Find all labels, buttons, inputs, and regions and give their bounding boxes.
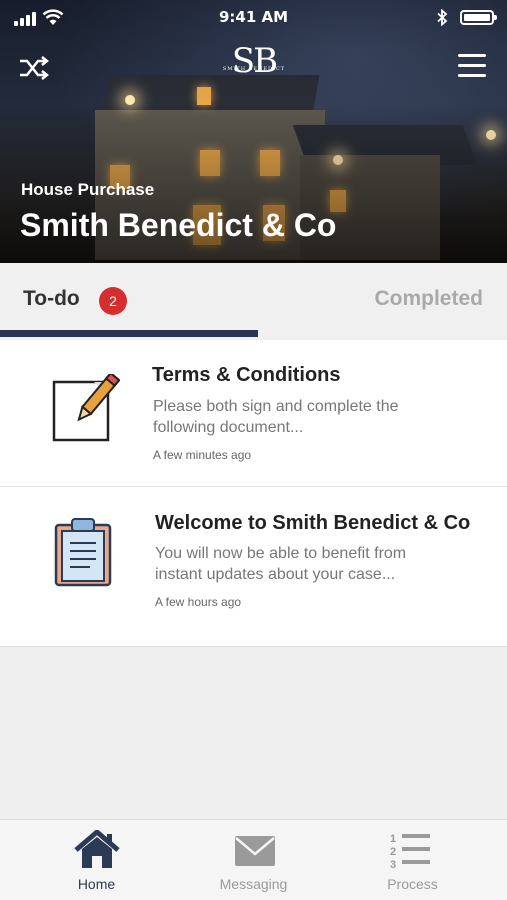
logo-mark: SB bbox=[231, 41, 278, 81]
brand-logo: SB SMITH BENEDICT bbox=[222, 44, 286, 88]
nav-process[interactable]: 1 2 3 Process bbox=[328, 820, 497, 900]
tab-completed[interactable]: Completed bbox=[374, 287, 483, 311]
nav-home[interactable]: Home bbox=[12, 820, 181, 900]
status-bar: 9:41 AM bbox=[0, 0, 507, 34]
battery-icon bbox=[460, 10, 497, 25]
bluetooth-icon bbox=[437, 9, 448, 26]
case-subtitle: House Purchase bbox=[21, 180, 155, 199]
tab-todo[interactable]: To-do 2 bbox=[0, 263, 258, 339]
nav-messaging-label: Messaging bbox=[219, 876, 288, 892]
logo-subtext: SMITH BENEDICT bbox=[222, 66, 286, 72]
page-title: Smith Benedict & Co bbox=[20, 207, 337, 243]
edit-document-icon bbox=[52, 374, 120, 442]
status-time: 9:41 AM bbox=[218, 8, 289, 26]
item-timestamp: A few minutes ago bbox=[153, 448, 252, 462]
shuffle-icon[interactable] bbox=[18, 54, 50, 82]
tab-bar: To-do 2 Completed bbox=[0, 263, 507, 339]
item-title: Terms & Conditions bbox=[152, 364, 341, 386]
envelope-icon bbox=[235, 836, 275, 866]
item-description: You will now be able to benefit from ins… bbox=[155, 545, 407, 583]
item-timestamp: A few hours ago bbox=[155, 595, 242, 609]
clipboard-icon bbox=[54, 518, 112, 587]
list-item[interactable]: Welcome to Smith Benedict & Co You will … bbox=[0, 487, 507, 646]
hamburger-menu-icon[interactable] bbox=[458, 54, 486, 78]
home-icon bbox=[74, 830, 120, 868]
svg-text:3: 3 bbox=[390, 859, 396, 870]
todo-count-badge: 2 bbox=[99, 287, 127, 315]
bottom-navigation: Home Messaging 1 2 3 Process bbox=[0, 819, 507, 900]
nav-home-label: Home bbox=[77, 876, 116, 892]
item-description: Please both sign and complete the follow… bbox=[153, 398, 399, 436]
numbered-list-icon: 1 2 3 bbox=[390, 833, 430, 870]
active-tab-indicator bbox=[0, 330, 258, 337]
svg-text:1: 1 bbox=[390, 833, 396, 845]
svg-text:2: 2 bbox=[390, 846, 396, 858]
list-item[interactable]: Terms & Conditions Please both sign and … bbox=[0, 340, 507, 487]
todo-list: Terms & Conditions Please both sign and … bbox=[0, 340, 507, 647]
nav-messaging[interactable]: Messaging bbox=[169, 820, 338, 900]
item-title: Welcome to Smith Benedict & Co bbox=[155, 512, 471, 534]
tab-todo-label: To-do bbox=[23, 287, 80, 310]
nav-process-label: Process bbox=[387, 876, 438, 892]
